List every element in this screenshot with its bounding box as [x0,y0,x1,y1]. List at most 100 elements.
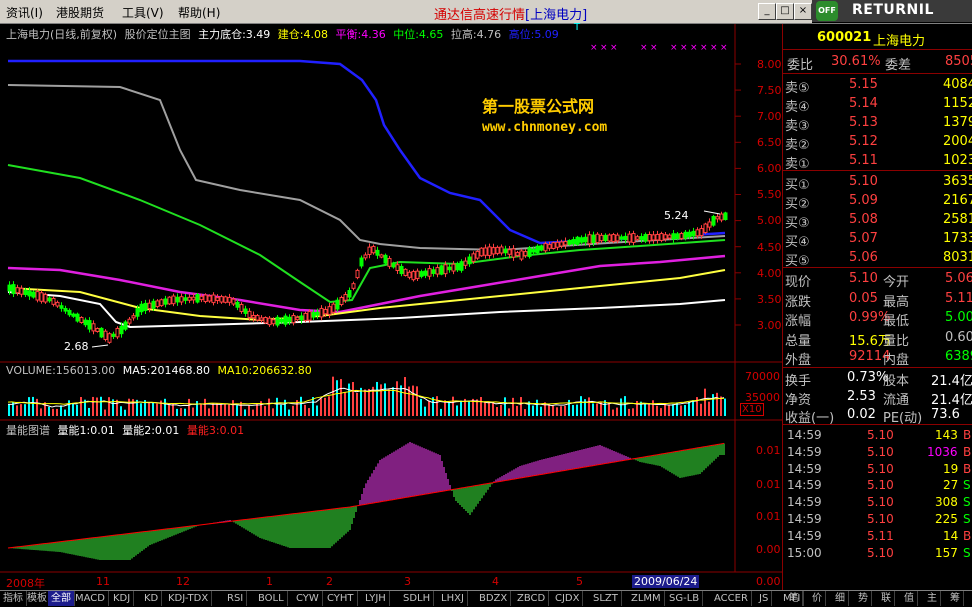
indicator-tab-指标[interactable]: 指标 [0,591,27,606]
candle-body [139,303,144,313]
indicator-tab-js[interactable]: JS [756,591,773,606]
indicator-tab-lyjh[interactable]: LYJH [362,591,390,606]
candle-body [643,234,648,242]
indicator-tab-cyw[interactable]: CYW [293,591,323,606]
volume-bar [716,392,718,416]
view-tab-7[interactable]: 筹 [947,591,964,606]
indicator-tab-zlmm[interactable]: ZLMM [628,591,665,606]
tick-volume: 27 [943,478,959,493]
view-tab-4[interactable]: 联 [878,591,895,606]
indicator-tab-boll[interactable]: BOLL [255,591,288,606]
view-tab-5[interactable]: 值 [901,591,918,606]
bid-price: 5.09 [849,193,878,208]
tick-row: 14:59 5.10 1036 B [783,444,972,461]
menu-item-help[interactable]: 帮助(H) [178,4,220,21]
maximize-button[interactable]: □ [776,3,794,20]
indicator-tab-模板[interactable]: 模板 [24,591,51,606]
view-tab-1[interactable]: 价 [809,591,826,606]
stat-label: 现价 [785,275,812,290]
indicator-tab-sg-lb[interactable]: SG-LB [666,591,704,606]
volume-bar [680,405,682,416]
indicator-tab-rsi[interactable]: RSI [224,591,248,606]
indicator-tab-accer[interactable]: ACCER [711,591,752,606]
stock-name: 上海电力 [873,34,926,49]
watermark-title: 第一股票公式网 [482,97,595,116]
volume-bar [16,405,18,416]
price-axis-label: 3.50 [757,293,782,306]
stat-label: 外盘 [785,353,812,368]
candle-body [27,290,32,297]
candle-body [619,236,624,240]
price-axis-label: 7.50 [757,84,782,97]
volume-bar [692,400,694,416]
volume-bar [344,392,346,416]
volume-bars [8,376,726,416]
candle-body [199,295,204,301]
view-tab-0[interactable]: 笔 [786,591,803,606]
returnil-bar[interactable]: OFF RETURNIL [812,0,972,23]
volume-bar [188,398,190,416]
candle-body [131,315,136,319]
ask-volume: 2004 [943,134,972,149]
indicator-tab-kd[interactable]: KD [141,591,163,606]
indicator-tab-sdlh[interactable]: SDLH [400,591,435,606]
minimize-button[interactable]: _ [758,3,776,20]
view-tab-6[interactable]: 主 [924,591,941,606]
chart-stock-name: 上海电力(日线,前复权) [6,28,118,41]
volume-bar [264,406,266,416]
indicator-tab-bdzx[interactable]: BDZX [476,591,512,606]
view-tab-2[interactable]: 细 [832,591,849,606]
candle-body [395,264,400,271]
volume-bar [508,408,510,416]
volume-bar [332,376,334,416]
volume-unit-badge: X10 [740,403,764,416]
volume-bar [388,389,390,416]
indicator-tab-cjdx[interactable]: CJDX [552,591,584,606]
volume-bar [68,400,70,416]
ask-volume: 1152 [943,96,972,111]
candle-body [167,296,172,305]
menu-item-info[interactable]: 资讯(I) [6,4,43,21]
volume-bar [352,382,354,416]
indicator-tab-kdj-tdx[interactable]: KDJ-TDX [165,591,213,606]
menu-item-tools[interactable]: 工具(V) [122,4,164,21]
candle-body [39,292,44,302]
menu-item-hk-futures[interactable]: 港股期货 [56,4,104,21]
stat-value: 63899 [945,349,972,364]
indicator-tab-zbcd[interactable]: ZBCD [514,591,550,606]
tick-volume: 157 [935,545,958,560]
candle-body [287,316,292,323]
date-axis-label: 2008年 [6,577,45,590]
volume-bar [380,384,382,416]
candle-body [419,271,424,277]
volume-bar [304,404,306,416]
indicator-value-build: 建仓:4.08 [277,28,328,41]
tick-side: B [963,461,972,476]
close-button[interactable]: × [794,3,812,20]
price-axis-label: 4.50 [757,241,782,254]
candle-body [539,245,544,251]
indicator-tab-全部[interactable]: 全部 [48,591,75,606]
indicator-tab-cyht[interactable]: CYHT [324,591,358,606]
indicator-tab-macd[interactable]: MACD [72,591,109,606]
candle-body [443,264,448,275]
candle-body [379,254,384,258]
view-tab-3[interactable]: 势 [855,591,872,606]
indicator-tab-kdj[interactable]: KDJ [110,591,135,606]
candle-body [383,254,388,264]
kline-chart[interactable]: × × × × × × × × × × × [0,24,782,590]
stat-row: 现价 5.10 今开 5.06 [783,269,972,290]
candle-body [455,263,460,271]
energy-bars [9,442,725,560]
volume-bar [556,407,558,416]
fund-value: 0.02 [847,407,876,422]
volume-bar [500,404,502,416]
candle-body [591,234,596,244]
candle-body [179,296,184,303]
tick-row: 14:59 5.10 27 S [783,477,972,494]
indicator-tab-slzt[interactable]: SLZT [590,591,622,606]
candle-body [319,307,324,318]
candle-body [655,233,660,241]
indicator-tab-lhxj[interactable]: LHXJ [438,591,468,606]
candle-body [71,313,76,317]
